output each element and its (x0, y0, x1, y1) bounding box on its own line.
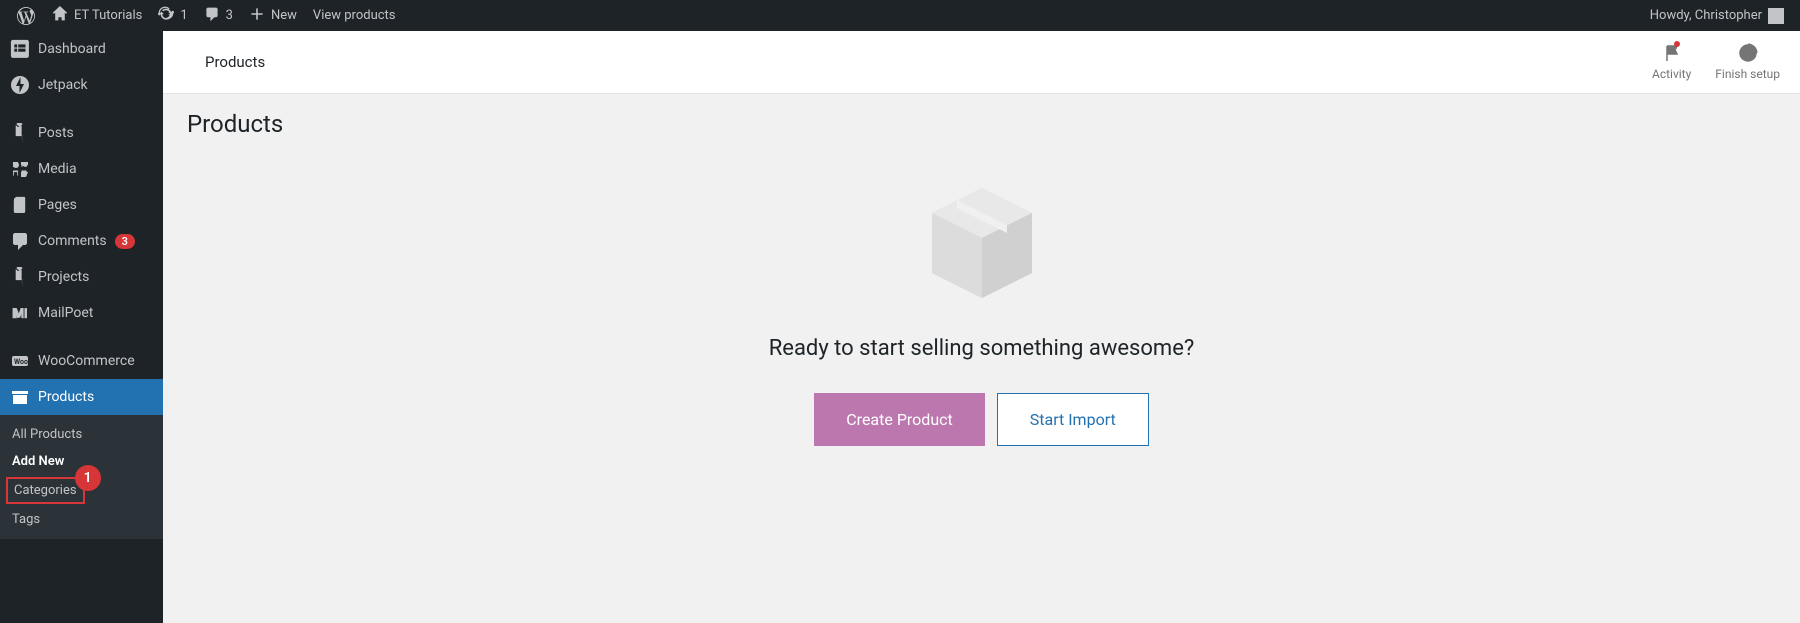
create-product-button[interactable]: Create Product (814, 393, 985, 446)
woocommerce-icon: Woo (10, 351, 30, 371)
sidebar-item-comments[interactable]: Comments 3 (0, 223, 163, 259)
start-import-button[interactable]: Start Import (997, 393, 1149, 446)
finish-setup-label: Finish setup (1715, 67, 1780, 81)
site-name-item[interactable]: ET Tutorials (44, 0, 150, 31)
page-title: Products (187, 110, 1776, 138)
sidebar-item-label: Dashboard (38, 41, 106, 57)
admin-bar-right: Howdy, Christopher (1642, 0, 1792, 31)
submenu-all-products[interactable]: All Products (0, 421, 163, 448)
jetpack-icon (10, 75, 30, 95)
sidebar-item-label: Products (38, 389, 94, 405)
main-content: Products Activity Finish setup (163, 31, 1800, 623)
view-products-item[interactable]: View products (305, 0, 404, 31)
submenu-categories[interactable]: Categories (8, 479, 83, 502)
sidebar-item-label: MailPoet (38, 305, 93, 321)
box-icon (922, 178, 1042, 312)
admin-bar-left: ET Tutorials 1 3 New View products (8, 0, 404, 31)
plus-icon (249, 6, 265, 26)
pages-icon (10, 195, 30, 215)
view-products-label: View products (313, 8, 396, 23)
howdy-label: Howdy, Christopher (1650, 8, 1762, 23)
sidebar-item-label: Pages (38, 197, 77, 213)
annotation-badge: 1 (75, 465, 101, 491)
sidebar-item-label: Projects (38, 269, 89, 285)
progress-icon (1738, 43, 1758, 63)
media-icon (10, 159, 30, 179)
sidebar-item-label: Jetpack (38, 77, 88, 93)
site-name-label: ET Tutorials (74, 8, 142, 23)
sidebar-item-label: WooCommerce (38, 353, 135, 369)
sidebar-item-pages[interactable]: Pages (0, 187, 163, 223)
updates-count: 1 (180, 8, 187, 23)
header-bar: Products Activity Finish setup (163, 31, 1800, 94)
pin-icon (10, 267, 30, 287)
new-label: New (271, 8, 297, 23)
sidebar-item-label: Posts (38, 125, 74, 141)
wordpress-logo-item[interactable] (8, 0, 44, 31)
empty-heading: Ready to start selling something awesome… (769, 336, 1195, 361)
mailpoet-icon: M (10, 303, 30, 323)
comments-item[interactable]: 3 (196, 0, 241, 31)
sidebar-item-dashboard[interactable]: Dashboard (0, 31, 163, 67)
svg-text:Woo: Woo (14, 358, 28, 366)
comment-icon (204, 6, 220, 26)
comments-count: 3 (226, 8, 233, 23)
howdy-item[interactable]: Howdy, Christopher (1642, 0, 1792, 31)
activity-label: Activity (1652, 67, 1691, 81)
svg-text:M: M (12, 306, 24, 322)
header-title: Products (183, 53, 265, 71)
products-submenu: All Products Add New Categories 1 Tags (0, 415, 163, 539)
sidebar-item-jetpack[interactable]: Jetpack (0, 67, 163, 103)
comments-badge: 3 (115, 234, 135, 249)
updates-item[interactable]: 1 (150, 0, 195, 31)
new-item[interactable]: New (241, 0, 305, 31)
avatar (1768, 8, 1784, 24)
submenu-tags[interactable]: Tags (0, 506, 163, 533)
refresh-icon (158, 6, 174, 26)
admin-bar: ET Tutorials 1 3 New View products Howdy… (0, 0, 1800, 31)
sidebar-item-label: Media (38, 161, 77, 177)
comment-icon (10, 231, 30, 251)
sidebar-item-posts[interactable]: Posts (0, 115, 163, 151)
sidebar-item-projects[interactable]: Projects (0, 259, 163, 295)
sidebar-item-media[interactable]: Media (0, 151, 163, 187)
empty-state: Ready to start selling something awesome… (187, 158, 1776, 486)
annotation-highlight: Categories 1 (6, 477, 85, 504)
flag-icon (1662, 43, 1682, 63)
sidebar: Dashboard Jetpack Posts Media Pages (0, 31, 163, 623)
pin-icon (10, 123, 30, 143)
wordpress-icon (16, 6, 36, 26)
empty-buttons: Create Product Start Import (814, 393, 1149, 446)
activity-button[interactable]: Activity (1652, 43, 1691, 81)
finish-setup-button[interactable]: Finish setup (1715, 43, 1780, 81)
sidebar-item-label: Comments (38, 233, 107, 249)
sidebar-item-products[interactable]: Products (0, 379, 163, 415)
home-icon (52, 6, 68, 26)
sidebar-item-mailpoet[interactable]: M MailPoet (0, 295, 163, 331)
sidebar-item-woocommerce[interactable]: Woo WooCommerce (0, 343, 163, 379)
products-icon (10, 387, 30, 407)
header-actions: Activity Finish setup (1652, 43, 1780, 81)
dashboard-icon (10, 39, 30, 59)
